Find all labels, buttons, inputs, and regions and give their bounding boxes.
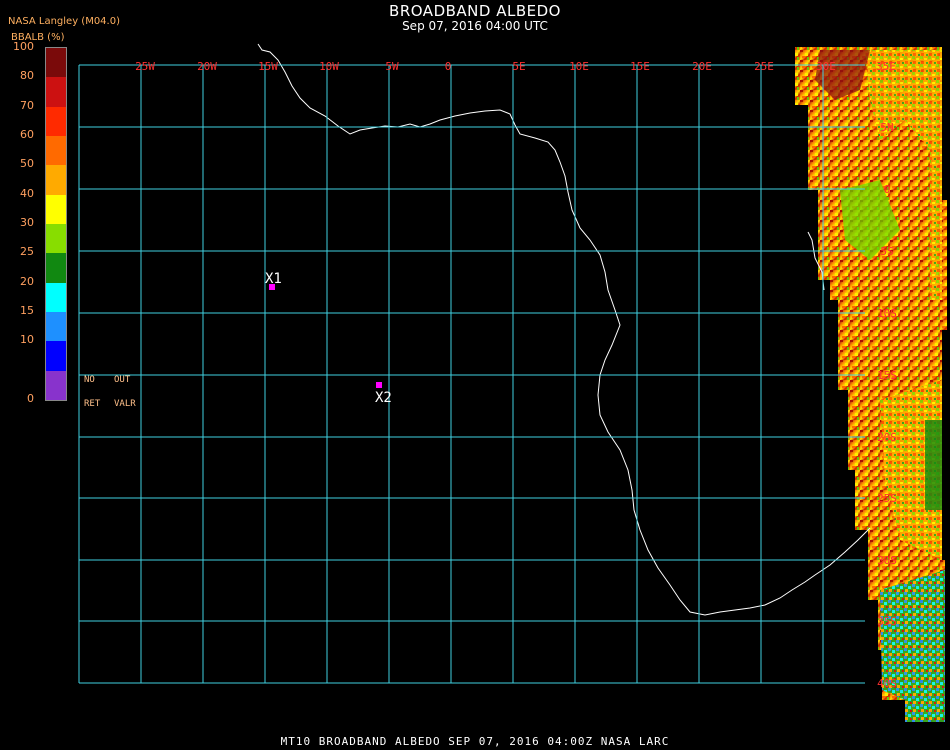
footer-caption: MT10 BROADBAND ALBEDO SEP 07, 2016 04:00…: [280, 735, 670, 748]
grid-label: 15S: [877, 369, 897, 382]
grid-label: 5E: [512, 60, 525, 73]
grid-label: 15E: [630, 60, 650, 73]
marker-x1[interactable]: X1: [265, 271, 282, 290]
grid-label: 10S: [877, 307, 897, 320]
grid-label: 20W: [197, 60, 217, 73]
coastline: [257, 43, 871, 616]
grid-label: 40S: [877, 677, 897, 690]
grid-label: 25W: [135, 60, 155, 73]
grid-label: 30E: [816, 60, 836, 73]
grid-label: 20S: [877, 431, 897, 444]
grid-label: 30S: [877, 554, 897, 567]
lat-lon-grid: [78, 64, 865, 684]
grid-label: 10E: [569, 60, 589, 73]
grid-label: 25S: [877, 492, 897, 505]
grid-label: 35E: [876, 60, 896, 73]
map-view[interactable]: 25W 20W 15W 10W 5W 0 5E 10E 15E 20E 25E 30E 35E 5N 0 5S…: [0, 0, 950, 750]
grid-label: 15W: [258, 60, 278, 73]
grid-label: 5N: [880, 121, 893, 134]
grid-label: 10W: [319, 60, 339, 73]
marker-x1-label: X1: [265, 271, 282, 287]
grid-label: 20E: [692, 60, 712, 73]
grid-label: 5W: [385, 60, 399, 73]
grid-label: 35S: [877, 615, 897, 628]
grid-label: 25E: [754, 60, 774, 73]
grid-label: 5S: [880, 245, 893, 258]
marker-x2-label: X2: [375, 390, 392, 406]
grid-label: 0: [445, 60, 452, 73]
grid-label: 0: [884, 183, 891, 196]
